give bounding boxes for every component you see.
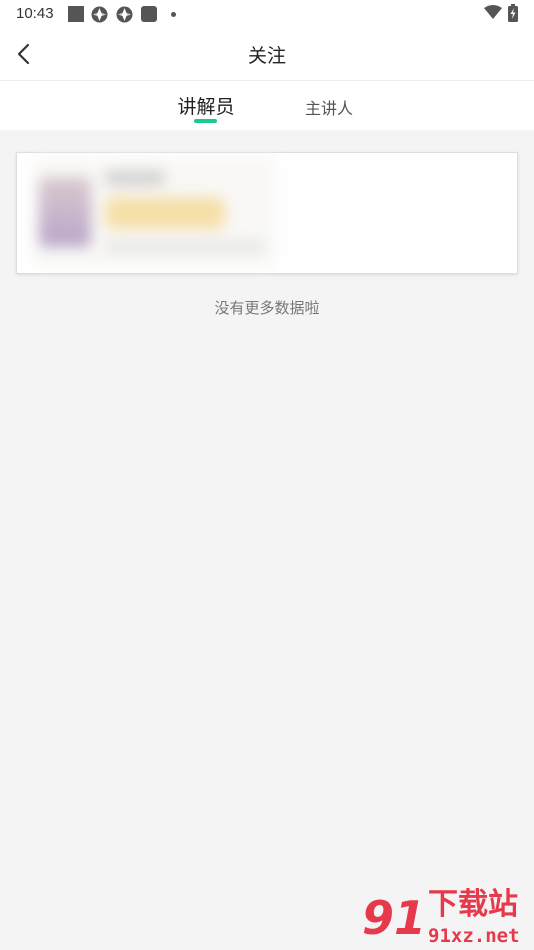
wifi-icon [484,5,502,24]
page-title: 关注 [247,45,286,67]
rounded-square-icon [141,6,157,22]
no-more-data-text: 没有更多数据啦 [214,299,320,317]
tab-speakers[interactable]: 主讲人 [300,95,358,119]
battery-charging-icon [508,4,518,26]
tab-guides[interactable]: 讲解员 [176,92,236,119]
aperture-icon [116,6,133,27]
watermark-title: 下载站 [428,887,518,922]
status-bar: 10:43 [0,0,534,28]
watermark-mark: 91 [362,891,427,945]
square-notification-icon [68,6,84,22]
navigation-bar: 关注 [0,28,534,81]
blurred-content [33,157,276,267]
watermark-logo: 91 下载站 91xz.net [360,886,534,950]
watermark-domain: 91xz.net [428,925,520,947]
dot-icon [171,12,176,17]
avatar [39,177,91,247]
status-time: 10:43 [16,5,54,22]
active-tab-indicator [194,119,217,123]
aperture-icon [91,6,108,27]
followed-item-card[interactable] [16,152,518,274]
tab-bar: 讲解员 主讲人 [0,81,534,130]
